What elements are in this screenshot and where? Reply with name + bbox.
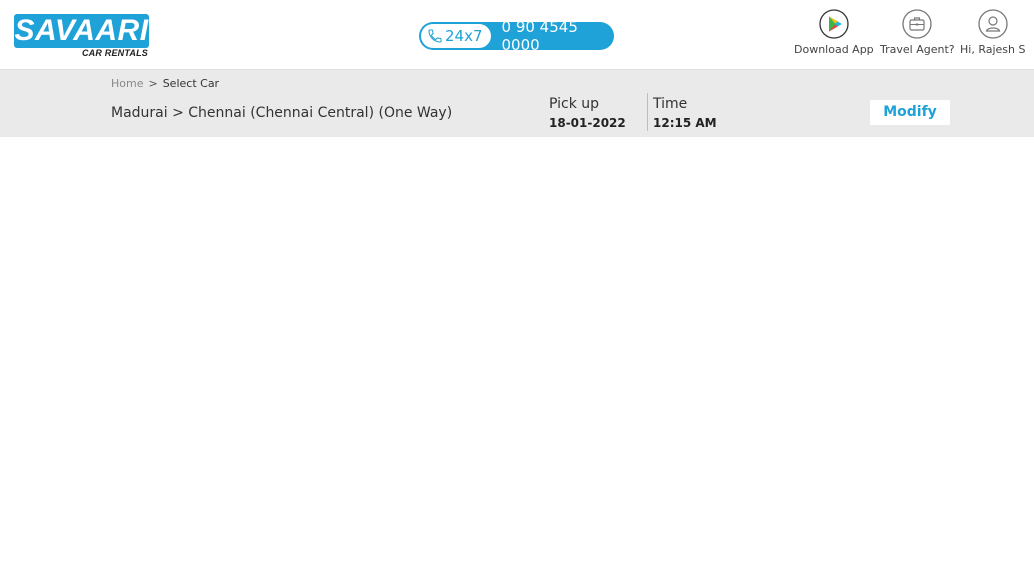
support-phone-pill[interactable]: 24x7 0 90 4545 0000 <box>419 18 614 54</box>
phone-icon <box>428 29 442 43</box>
pickup-date: 18-01-2022 <box>549 116 626 130</box>
divider <box>647 93 648 131</box>
pickup-time: 12:15 AM <box>653 116 717 130</box>
trip-route: Madurai > Chennai (Chennai Central) (One… <box>111 105 453 121</box>
play-store-icon <box>819 9 849 39</box>
modify-button[interactable]: Modify <box>870 100 950 125</box>
support-phone-number[interactable]: 0 90 4545 0000 <box>502 18 614 54</box>
support-availability-badge: 24x7 <box>421 24 491 48</box>
breadcrumb-separator: > <box>148 77 158 90</box>
savaari-logo[interactable]: SAVAARI CAR RENTALS <box>14 14 150 60</box>
pickup-date-block: Pick up 18-01-2022 <box>549 96 626 130</box>
logo-tagline: CAR RENTALS <box>81 48 148 58</box>
logo-wordmark: SAVAARI <box>14 14 149 48</box>
trip-summary-bar: Home > Select Car Madurai > Chennai (Chenn… <box>0 70 1034 137</box>
travel-agent-label: Travel Agent? <box>880 43 955 56</box>
pickup-label: Pick up <box>549 96 600 112</box>
breadcrumb-current: Select Car <box>162 77 220 90</box>
download-app-link[interactable]: Download App <box>794 9 874 56</box>
briefcase-icon <box>902 9 932 39</box>
pickup-time-block: Time 12:15 AM <box>653 96 717 130</box>
travel-agent-link[interactable]: Travel Agent? <box>880 9 955 56</box>
user-greeting: Hi, Rajesh S <box>960 43 1026 56</box>
support-availability: 24x7 <box>445 27 483 45</box>
download-app-label: Download App <box>794 43 874 56</box>
breadcrumb: Home > Select Car <box>111 77 219 90</box>
time-label: Time <box>653 96 688 112</box>
breadcrumb-home[interactable]: Home <box>111 77 143 90</box>
user-account-menu[interactable]: Hi, Rajesh S <box>960 9 1025 56</box>
user-icon <box>978 9 1008 39</box>
site-header: SAVAARI CAR RENTALS 24x7 0 90 4545 0000 … <box>0 0 1034 70</box>
